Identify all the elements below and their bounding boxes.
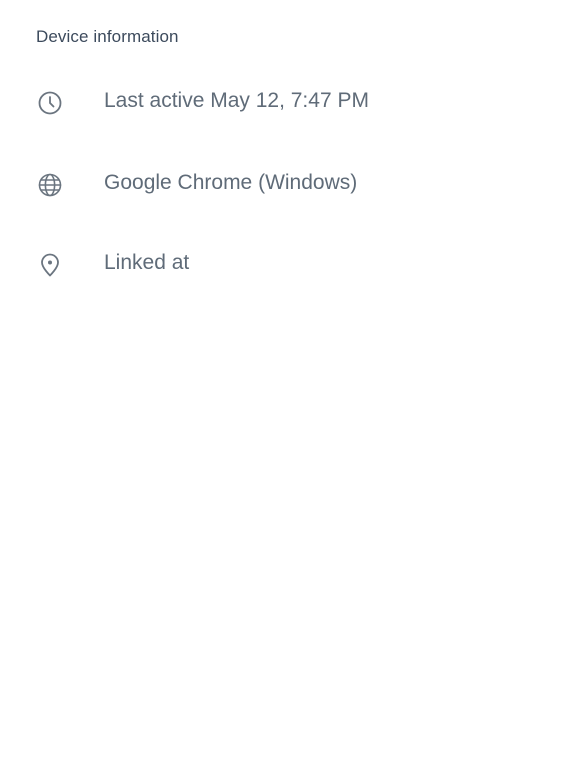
last-active-text: Last active May 12, 7:47 PM [104,89,369,112]
last-active-row: Last active May 12, 7:47 PM [36,87,536,117]
section-title: Device information [36,27,179,46]
location-pin-icon [36,251,64,279]
location-row: Linked at [36,249,536,279]
device-information-panel: Device information Last active May 12, 7… [0,0,570,770]
clock-icon [36,89,64,117]
globe-icon [36,171,64,199]
linked-at-text: Linked at [104,251,190,274]
browser-text: Google Chrome (Windows) [104,171,358,194]
browser-row: Google Chrome (Windows) [36,169,536,199]
